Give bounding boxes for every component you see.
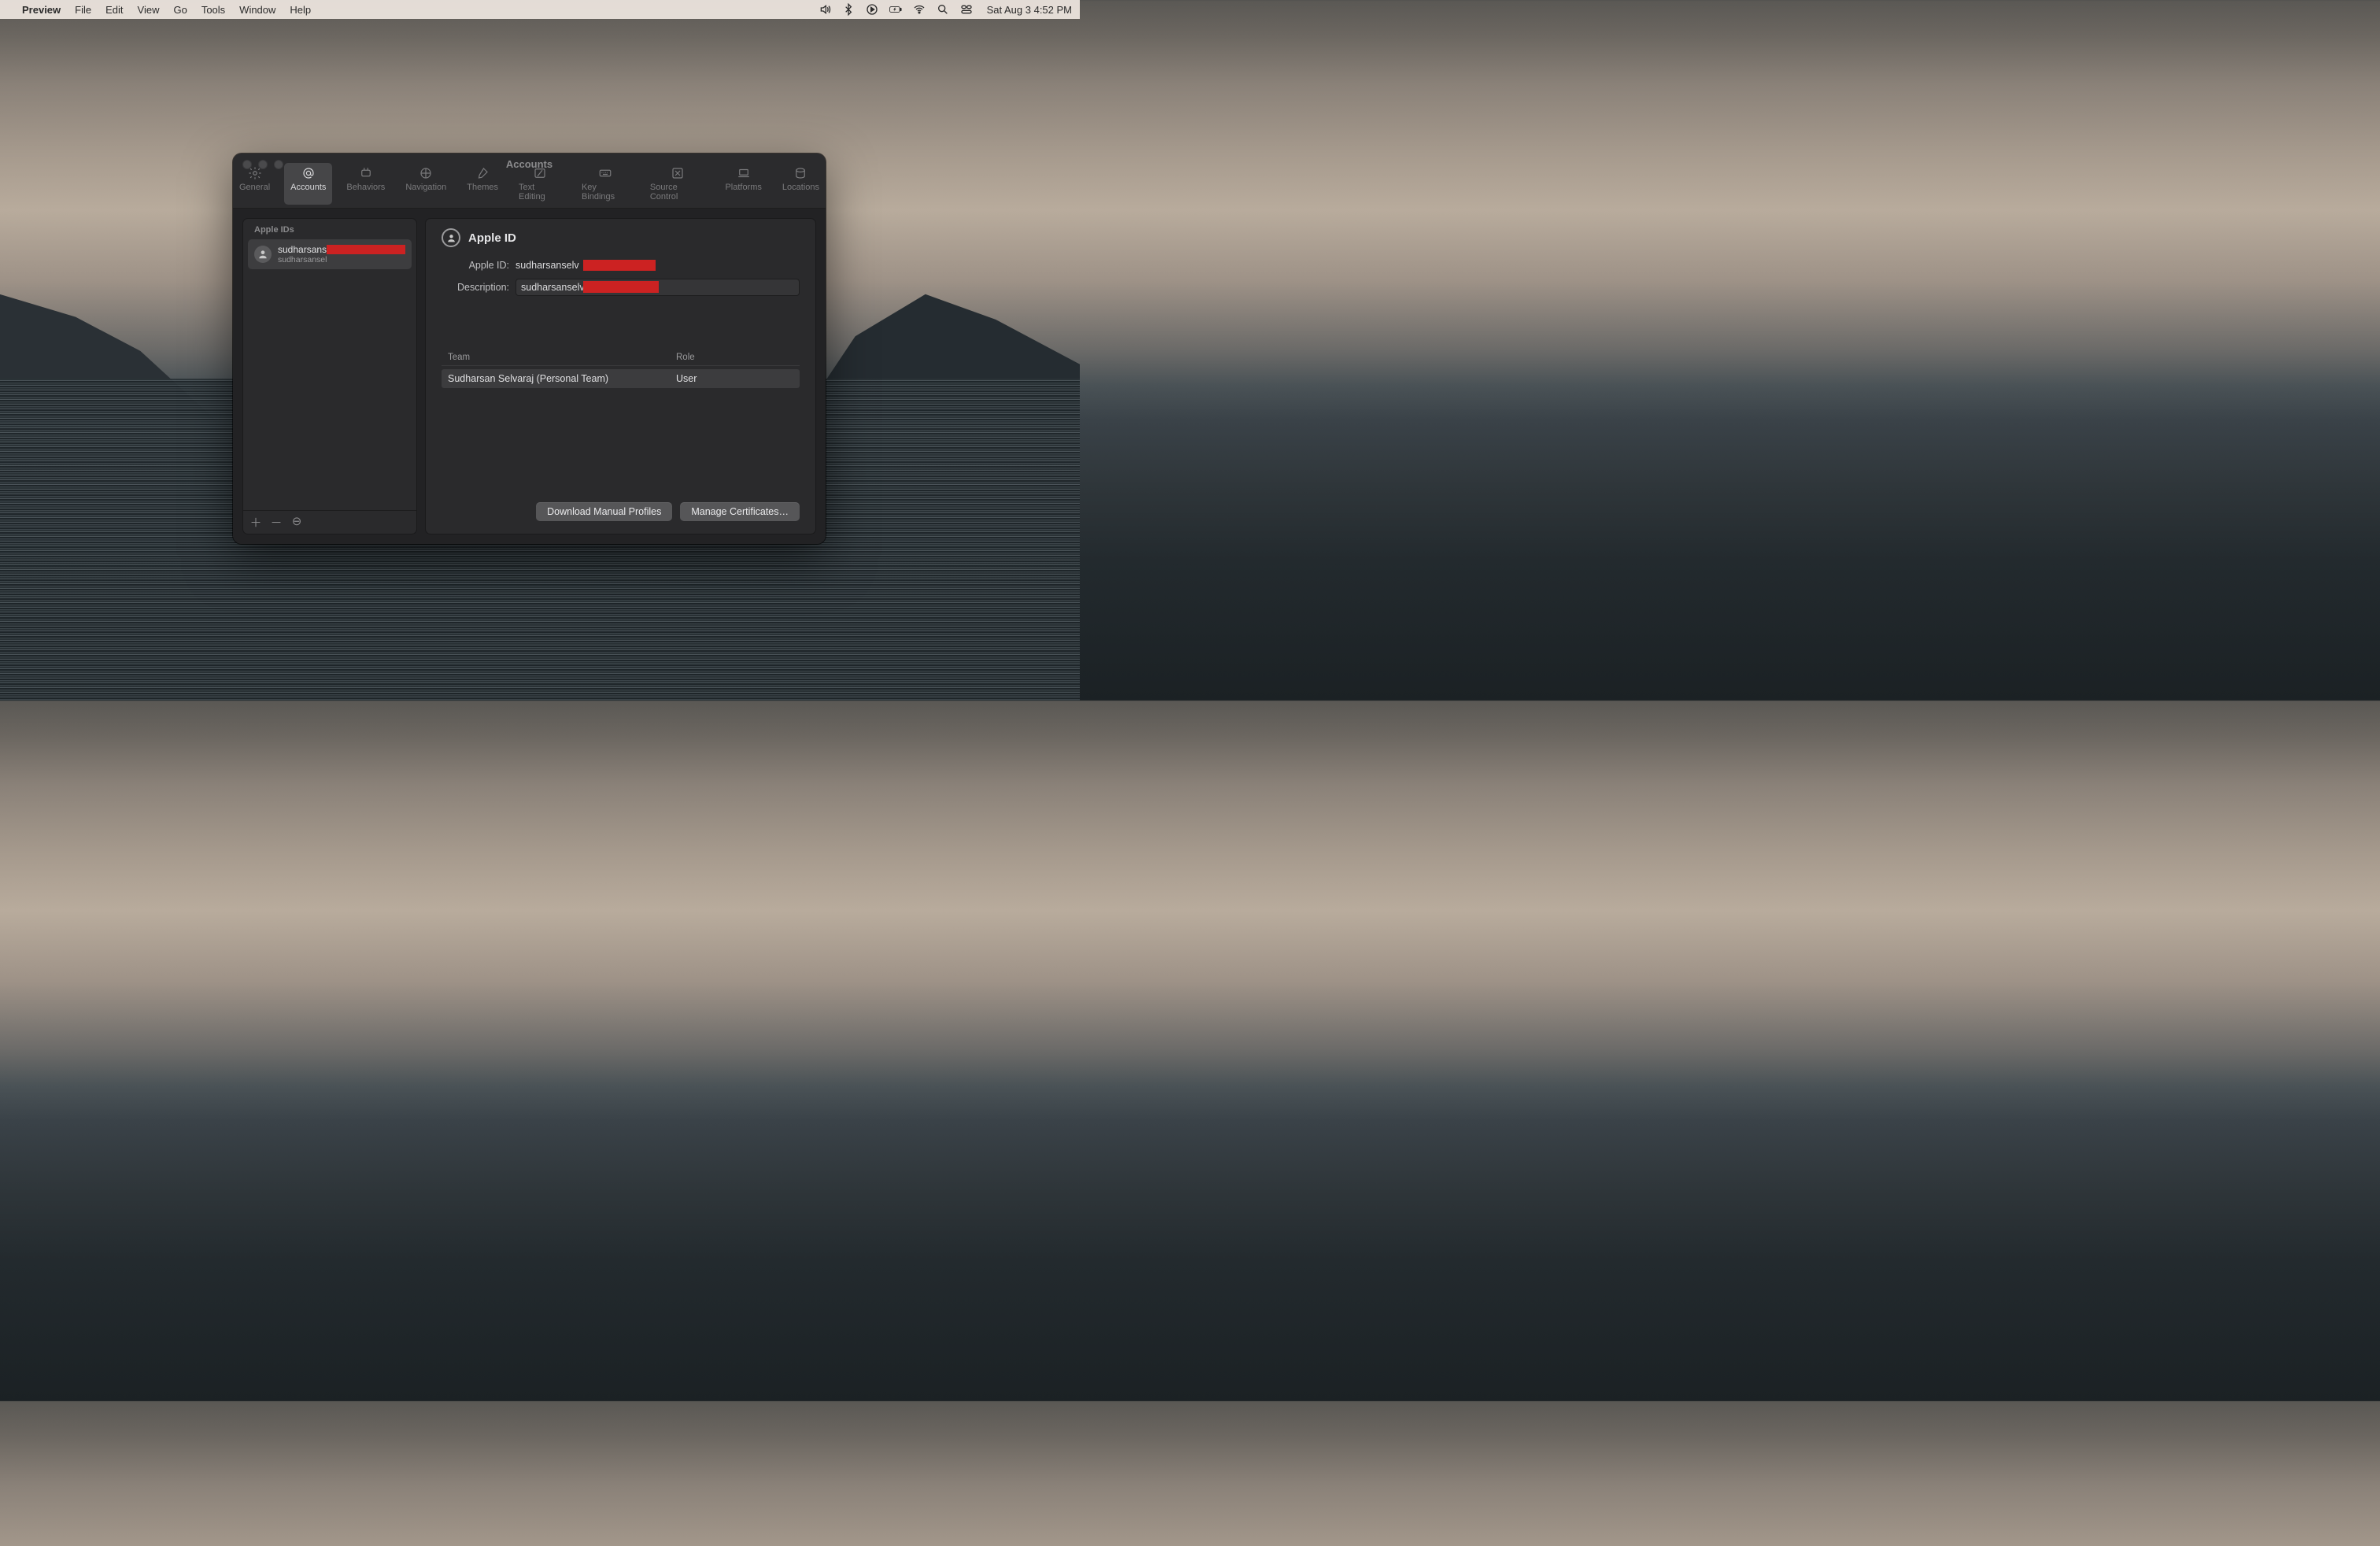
sidebar-header: Apple IDs <box>243 219 416 239</box>
description-row: Description: <box>442 279 800 296</box>
tab-label: Text Editing <box>519 183 561 202</box>
download-profiles-button[interactable]: Download Manual Profiles <box>536 502 672 521</box>
behaviors-icon <box>357 166 375 180</box>
menu-tools[interactable]: Tools <box>201 4 225 16</box>
wifi-icon[interactable] <box>913 3 926 16</box>
remove-account-button[interactable]: － <box>270 514 283 531</box>
at-icon <box>300 166 317 180</box>
table-row[interactable]: Sudharsan Selvaraj (Personal Team) User <box>442 369 800 388</box>
battery-icon[interactable] <box>889 3 902 16</box>
apple-id-label: Apple ID: <box>442 260 509 271</box>
gear-icon <box>246 166 264 180</box>
account-detail-pane: Apple ID Apple ID: sudharsanselv Descrip… <box>425 218 816 534</box>
preferences-toolbar: General Accounts Behaviors Navigation Th… <box>233 163 826 205</box>
manage-certificates-button[interactable]: Manage Certificates… <box>680 502 800 521</box>
tab-themes[interactable]: Themes <box>460 163 504 205</box>
account-row[interactable]: sudharsans sudharsansel <box>248 239 412 269</box>
sidebar-footer: ＋ － ⊖ <box>243 510 416 534</box>
keyboard-icon <box>597 166 614 180</box>
tab-label: Locations <box>782 183 819 192</box>
menu-file[interactable]: File <box>75 4 91 16</box>
team-name: Sudharsan Selvaraj (Personal Team) <box>448 373 676 384</box>
apple-id-value: sudharsanselv <box>516 258 579 272</box>
person-icon <box>442 228 460 247</box>
tab-label: Behaviors <box>346 183 385 192</box>
menu-help[interactable]: Help <box>290 4 311 16</box>
paintbrush-icon <box>474 166 491 180</box>
window-titlebar: Accounts General Accounts Behaviors Navi… <box>233 153 826 209</box>
tab-label: Accounts <box>290 183 326 192</box>
teams-header-role: Role <box>676 353 695 362</box>
tab-platforms[interactable]: Platforms <box>719 163 767 205</box>
menu-window[interactable]: Window <box>239 4 275 16</box>
tab-label: Platforms <box>725 183 761 192</box>
menu-go[interactable]: Go <box>173 4 187 16</box>
app-menu[interactable]: Preview <box>22 4 61 16</box>
text-editing-icon <box>531 166 549 180</box>
spotlight-icon[interactable] <box>937 3 949 16</box>
tab-general[interactable]: General <box>233 163 276 205</box>
redaction-box <box>583 281 659 293</box>
tab-label: Themes <box>467 183 498 192</box>
tab-label: Key Bindings <box>582 183 630 202</box>
redaction-box <box>583 260 656 271</box>
tab-label: Source Control <box>650 183 705 202</box>
tab-key-bindings[interactable]: Key Bindings <box>575 163 636 205</box>
bluetooth-icon[interactable] <box>842 3 855 16</box>
menubar-clock[interactable]: Sat Aug 3 4:52 PM <box>987 4 1072 16</box>
tab-label: Navigation <box>405 183 446 192</box>
team-role: User <box>676 373 697 384</box>
tab-text-editing[interactable]: Text Editing <box>512 163 567 205</box>
tab-behaviors[interactable]: Behaviors <box>340 163 391 205</box>
navigation-icon <box>417 166 434 180</box>
now-playing-icon[interactable] <box>866 3 878 16</box>
tab-label: General <box>239 183 270 192</box>
volume-icon[interactable] <box>819 3 831 16</box>
teams-table: Team Role Sudharsan Selvaraj (Personal T… <box>442 350 800 388</box>
description-label: Description: <box>442 282 509 293</box>
platforms-icon <box>735 166 752 180</box>
account-action-button[interactable]: ⊖ <box>290 514 303 531</box>
source-control-icon <box>669 166 686 180</box>
tab-accounts[interactable]: Accounts <box>284 163 332 205</box>
apple-id-row: Apple ID: sudharsanselv <box>442 258 800 272</box>
menu-edit[interactable]: Edit <box>105 4 123 16</box>
person-icon <box>254 246 272 263</box>
tab-navigation[interactable]: Navigation <box>399 163 453 205</box>
menu-view[interactable]: View <box>138 4 160 16</box>
account-subtitle: sudharsansel <box>278 255 405 264</box>
disk-icon <box>792 166 809 180</box>
accounts-sidebar: Apple IDs sudharsans sudharsansel ＋ － ⊖ <box>242 218 417 534</box>
teams-header-team: Team <box>448 353 676 362</box>
preferences-window: Accounts General Accounts Behaviors Navi… <box>233 153 826 544</box>
menubar: Preview File Edit View Go Tools Window H… <box>0 0 1080 19</box>
control-center-icon[interactable] <box>960 3 973 16</box>
redaction-box <box>327 245 405 254</box>
tab-locations[interactable]: Locations <box>776 163 826 205</box>
add-account-button[interactable]: ＋ <box>249 514 262 531</box>
detail-title: Apple ID <box>468 231 516 245</box>
tab-source-control[interactable]: Source Control <box>644 163 711 205</box>
